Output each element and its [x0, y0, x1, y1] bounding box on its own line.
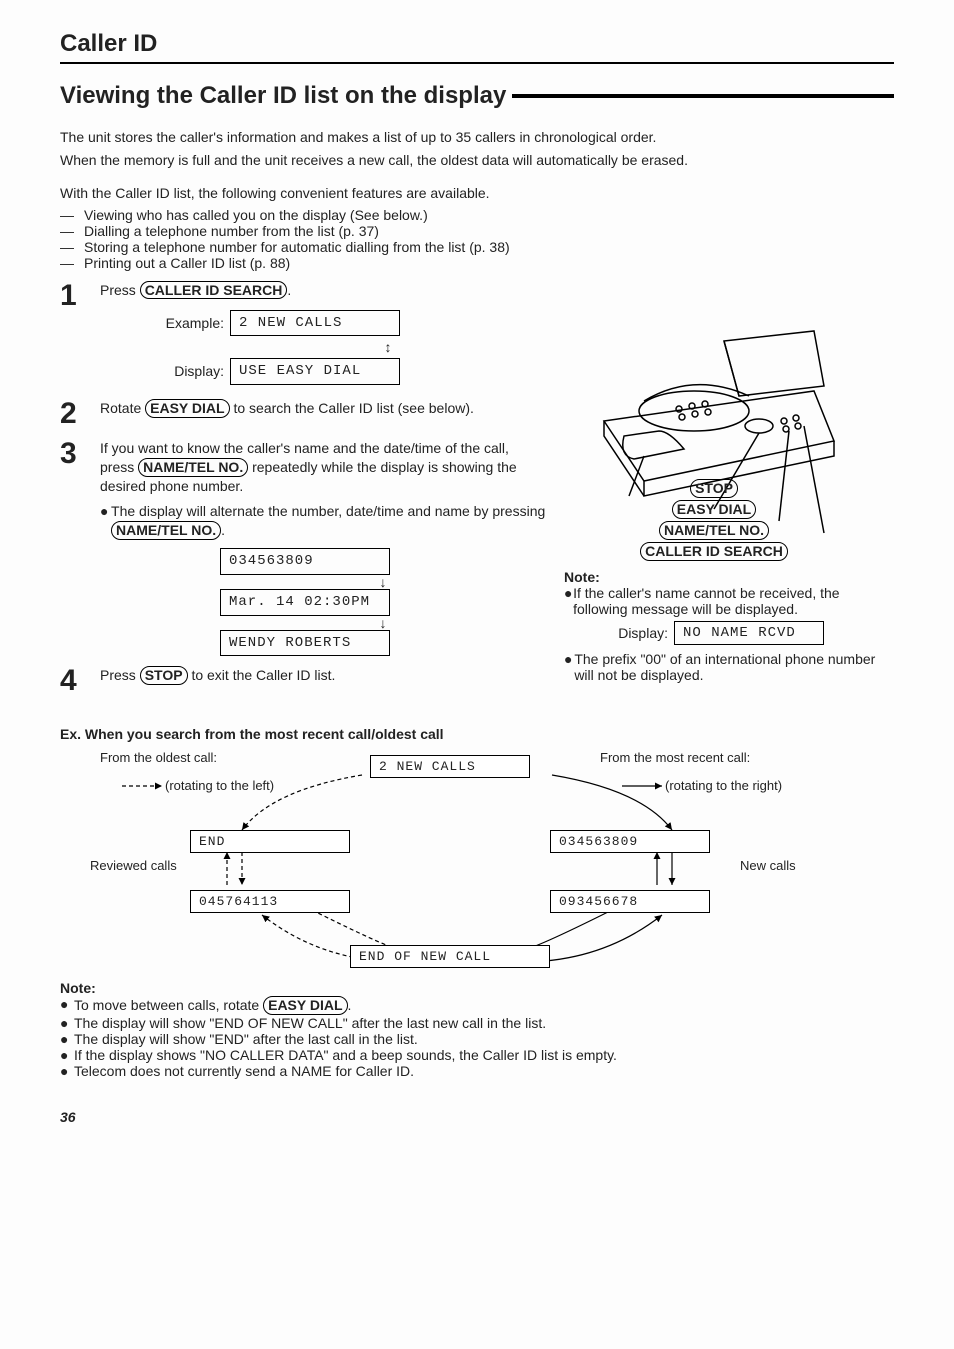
easy-dial-key: EASY DIAL	[145, 399, 229, 418]
intro-p2: When the memory is full and the unit rec…	[60, 151, 894, 170]
step-1: 1 Press CALLER ID SEARCH. Example: 2 NEW…	[60, 281, 546, 390]
main-title-row: Viewing the Caller ID list on the displa…	[60, 82, 894, 110]
step2-text-b: to search the Caller ID list (see below)…	[230, 400, 474, 416]
dash-icon: —	[60, 223, 84, 239]
step-number: 4	[60, 666, 100, 696]
main-title: Viewing the Caller ID list on the displa…	[60, 82, 506, 110]
bullet-icon: ●	[60, 1031, 74, 1047]
diagram-box-rightnum2: 093456678	[550, 890, 710, 913]
note-title: Note:	[60, 980, 894, 996]
dash-icon: —	[60, 255, 84, 271]
bullet-icon: ●	[60, 1047, 74, 1063]
step4-text-b: to exit the Caller ID list.	[188, 667, 336, 683]
step-number: 2	[60, 399, 100, 429]
intro-bullet: Storing a telephone number for automatic…	[84, 239, 510, 255]
step-number: 3	[60, 439, 100, 656]
caller-id-callout: CALLER ID SEARCH	[640, 542, 788, 561]
display-label: Display:	[604, 625, 674, 641]
step2-text-a: Rotate	[100, 400, 145, 416]
bn4: If the display shows "NO CALLER DATA" an…	[74, 1047, 617, 1063]
step1-text-b: .	[287, 282, 291, 298]
name-tel-key: NAME/TEL NO.	[111, 521, 221, 540]
display-box: WENDY ROBERTS	[220, 630, 390, 657]
rot-right-label: (rotating to the right)	[665, 778, 782, 793]
display-box: Mar. 14 02:30PM	[220, 589, 390, 616]
device-column: STOP EASY DIAL NAME/TEL NO. CALLER ID SE…	[564, 281, 894, 707]
intro-p1: The unit stores the caller's information…	[60, 128, 894, 147]
title-rule	[512, 94, 894, 98]
bullet-icon: ●	[60, 1015, 74, 1031]
dash-icon: —	[60, 239, 84, 255]
intro-list: —Viewing who has called you on the displ…	[60, 207, 894, 271]
down-arrow-icon: ↓	[380, 616, 387, 630]
intro-bullet: Viewing who has called you on the displa…	[84, 207, 428, 223]
name-tel-key: NAME/TEL NO.	[138, 458, 248, 477]
example-section: Ex. When you search from the most recent…	[60, 726, 894, 980]
page-number: 36	[60, 1109, 894, 1125]
stop-key: STOP	[140, 666, 188, 685]
step3-sub-b: .	[221, 522, 225, 538]
bn1-a: To move between calls, rotate	[74, 997, 263, 1013]
intro-bullet: Dialling a telephone number from the lis…	[84, 223, 379, 239]
bullet-icon: ●	[100, 502, 111, 540]
dash-icon: —	[60, 207, 84, 223]
newcalls-label: New calls	[740, 858, 796, 873]
example-label: Example:	[160, 314, 230, 333]
stop-callout: STOP	[690, 479, 738, 498]
diagram-box-top: 2 NEW CALLS	[370, 755, 530, 778]
example-title: Ex. When you search from the most recent…	[60, 726, 894, 742]
search-diagram: From the oldest call: (rotating to the l…	[60, 750, 894, 980]
display-label: Display:	[160, 362, 230, 381]
step4-text-a: Press	[100, 667, 140, 683]
step3-sub-a: The display will alternate the number, d…	[111, 503, 545, 519]
from-oldest-label: From the oldest call:	[100, 750, 217, 765]
intro-p3: With the Caller ID list, the following c…	[60, 184, 894, 203]
updown-arrow-icon: ↕	[385, 340, 392, 354]
bn1-b: .	[348, 997, 352, 1013]
steps-column: 1 Press CALLER ID SEARCH. Example: 2 NEW…	[60, 281, 546, 707]
bottom-notes: Note: ● To move between calls, rotate EA…	[60, 980, 894, 1079]
bullet-icon: ●	[564, 585, 573, 617]
intro-block: The unit stores the caller's information…	[60, 128, 894, 271]
diagram-box-end: END	[190, 830, 350, 853]
display-box: 2 NEW CALLS	[230, 310, 400, 337]
step-number: 1	[60, 281, 100, 390]
bullet-icon: ●	[564, 651, 574, 683]
right-note: Note: ● If the caller's name cannot be r…	[564, 569, 894, 683]
name-tel-callout: NAME/TEL NO.	[659, 521, 769, 540]
diagram-box-bottom: END OF NEW CALL	[350, 945, 550, 968]
display-box: 034563809	[220, 548, 390, 575]
reviewed-label: Reviewed calls	[90, 858, 177, 873]
bullet-icon: ●	[60, 1063, 74, 1079]
easy-dial-callout: EASY DIAL	[672, 500, 756, 519]
easy-dial-key: EASY DIAL	[263, 996, 347, 1015]
note-b1: If the caller's name cannot be received,…	[573, 585, 894, 617]
bn2: The display will show "END OF NEW CALL" …	[74, 1015, 546, 1031]
step-3: 3 If you want to know the caller's name …	[60, 439, 546, 656]
step-2: 2 Rotate EASY DIAL to search the Caller …	[60, 399, 546, 429]
diagram-box-leftnum: 045764113	[190, 890, 350, 913]
from-recent-label: From the most recent call:	[600, 750, 750, 765]
note-title: Note:	[564, 569, 894, 585]
step1-text-a: Press	[100, 282, 140, 298]
bullet-icon: ●	[60, 996, 74, 1015]
section-header: Caller ID	[60, 30, 894, 64]
rot-left-label: (rotating to the left)	[165, 778, 274, 793]
bn5: Telecom does not currently send a NAME f…	[74, 1063, 414, 1079]
diagram-box-rightnum1: 034563809	[550, 830, 710, 853]
note-b2: The prefix "00" of an international phon…	[574, 651, 894, 683]
down-arrow-icon: ↓	[380, 575, 387, 589]
intro-bullet: Printing out a Caller ID list (p. 88)	[84, 255, 290, 271]
caller-id-search-key: CALLER ID SEARCH	[140, 281, 288, 300]
display-box: NO NAME RCVD	[674, 621, 824, 645]
device-figure: STOP EASY DIAL NAME/TEL NO. CALLER ID SE…	[564, 281, 864, 561]
display-box: USE EASY DIAL	[230, 358, 400, 385]
step-4: 4 Press STOP to exit the Caller ID list.	[60, 666, 546, 696]
bn3: The display will show "END" after the la…	[74, 1031, 418, 1047]
